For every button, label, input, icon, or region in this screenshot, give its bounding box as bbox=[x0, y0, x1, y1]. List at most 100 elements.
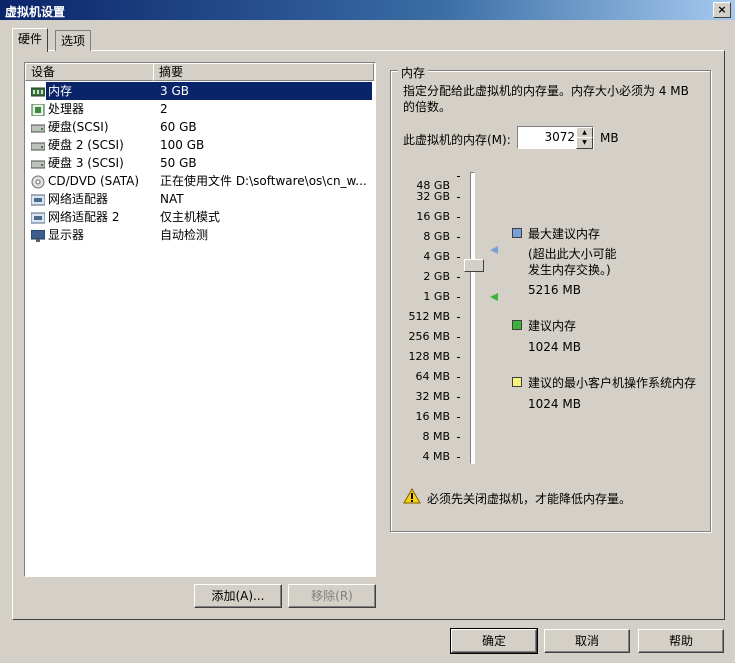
device-row-network[interactable]: 网络适配器 NAT bbox=[28, 190, 372, 208]
warning-text: 必须先关闭虚拟机，才能降低内存量。 bbox=[427, 492, 632, 506]
scale-label: 32 MB bbox=[415, 390, 450, 403]
tick-mark bbox=[457, 277, 460, 278]
disk-icon bbox=[30, 157, 46, 169]
remove-device-button[interactable]: 移除(R) bbox=[288, 584, 376, 608]
guest-min-memory-label: 建议的最小客户机操作系统内存 bbox=[528, 376, 697, 390]
disk-icon bbox=[30, 139, 46, 151]
tick-mark bbox=[457, 197, 460, 198]
max-memory-swatch-icon bbox=[512, 228, 522, 238]
device-row-disk-3[interactable]: 硬盘 3 (SCSI) 50 GB bbox=[28, 154, 372, 172]
recommended-memory-label: 建议内存 bbox=[528, 319, 577, 333]
tab-options[interactable]: 选项 bbox=[55, 30, 92, 51]
tab-hardware[interactable]: 硬件 bbox=[12, 28, 49, 52]
device-name: 硬盘(SCSI) bbox=[48, 120, 109, 134]
device-row-network-2[interactable]: 网络适配器 2 仅主机模式 bbox=[28, 208, 372, 226]
tick-mark bbox=[457, 417, 460, 418]
ok-button[interactable]: 确定 bbox=[450, 628, 538, 654]
device-row-memory[interactable]: 内存 3 GB bbox=[28, 82, 372, 100]
tick-mark bbox=[457, 357, 460, 358]
scale-label: 16 GB bbox=[416, 210, 450, 223]
guest-min-memory-swatch-icon bbox=[512, 377, 522, 387]
memory-field-label: 此虚拟机的内存(M): bbox=[403, 133, 511, 147]
monitor-icon bbox=[30, 229, 46, 242]
device-row-disk-2[interactable]: 硬盘 2 (SCSI) 100 GB bbox=[28, 136, 372, 154]
close-button[interactable]: × bbox=[713, 2, 731, 18]
device-name: 处理器 bbox=[48, 102, 85, 116]
warning-icon bbox=[403, 487, 421, 507]
title-bar bbox=[0, 0, 735, 20]
memory-slider-track[interactable] bbox=[470, 172, 475, 464]
max-memory-label: 最大建议内存 bbox=[528, 227, 601, 241]
network-icon bbox=[30, 211, 46, 224]
device-name: 硬盘 3 (SCSI) bbox=[48, 156, 124, 170]
tick-mark bbox=[457, 217, 460, 218]
device-summary: 自动检测 bbox=[160, 228, 209, 242]
memory-group-title: 内存 bbox=[398, 64, 429, 81]
device-name: 网络适配器 2 bbox=[48, 210, 120, 224]
device-list-header: 设备 摘要 bbox=[25, 63, 374, 81]
device-name: 网络适配器 bbox=[48, 192, 109, 206]
memory-icon bbox=[30, 85, 46, 97]
scale-label: 1 GB bbox=[423, 290, 450, 303]
scale-label: 64 MB bbox=[415, 370, 450, 383]
device-summary: 2 bbox=[160, 102, 168, 116]
max-recommended-marker-icon bbox=[490, 246, 498, 254]
device-summary: 3 GB bbox=[160, 84, 189, 98]
recommended-memory-swatch-icon bbox=[512, 320, 522, 330]
device-summary: 仅主机模式 bbox=[160, 210, 221, 224]
device-row-display[interactable]: 显示器 自动检测 bbox=[28, 226, 372, 244]
cpu-icon bbox=[31, 103, 45, 117]
window-title: 虚拟机设置 bbox=[5, 5, 66, 19]
scale-label: 32 GB bbox=[416, 190, 450, 203]
max-memory-note: (超出此大小可能发生内存交换。) bbox=[528, 247, 617, 277]
device-row-cpu[interactable]: 处理器 2 bbox=[28, 100, 372, 118]
help-button[interactable]: 帮助 bbox=[638, 629, 724, 653]
tick-mark bbox=[457, 337, 460, 338]
memory-slider-thumb[interactable] bbox=[464, 259, 484, 272]
device-name: 硬盘 2 (SCSI) bbox=[48, 138, 124, 152]
recommended-marker-icon bbox=[490, 293, 498, 301]
scale-label: 256 MB bbox=[408, 330, 450, 343]
cd-icon bbox=[31, 175, 45, 189]
device-summary: 60 GB bbox=[160, 120, 197, 134]
memory-unit: MB bbox=[600, 131, 619, 145]
scale-label: 4 GB bbox=[423, 250, 450, 263]
device-row-disk[interactable]: 硬盘(SCSI) 60 GB bbox=[28, 118, 372, 136]
device-row-cd-dvd[interactable]: CD/DVD (SATA) 正在使用文件 D:\software\os\cn_w… bbox=[28, 172, 372, 190]
memory-value[interactable]: 3072 bbox=[544, 130, 575, 144]
spin-down-icon[interactable]: ▼ bbox=[576, 137, 593, 149]
scale-label: 2 GB bbox=[423, 270, 450, 283]
device-summary: 100 GB bbox=[160, 138, 205, 152]
scale-label: 512 MB bbox=[408, 310, 450, 323]
column-device[interactable]: 设备 bbox=[25, 63, 154, 81]
guest-min-memory-value: 1024 MB bbox=[528, 397, 581, 411]
scale-label: 8 GB bbox=[423, 230, 450, 243]
scale-label: 8 MB bbox=[422, 430, 450, 443]
scale-label: 128 MB bbox=[408, 350, 450, 363]
tick-mark bbox=[457, 176, 460, 177]
column-summary[interactable]: 摘要 bbox=[153, 63, 374, 81]
device-name: 内存 bbox=[46, 82, 75, 100]
max-memory-value: 5216 MB bbox=[528, 283, 581, 297]
scale-label: 16 MB bbox=[415, 410, 450, 423]
tick-mark bbox=[457, 317, 460, 318]
memory-spinbox[interactable]: 3072 ▲ ▼ bbox=[517, 126, 594, 149]
device-name: 显示器 bbox=[48, 228, 85, 242]
tick-mark bbox=[457, 457, 460, 458]
cancel-button[interactable]: 取消 bbox=[544, 629, 630, 653]
tick-mark bbox=[457, 237, 460, 238]
tick-mark bbox=[457, 397, 460, 398]
tick-mark bbox=[457, 297, 460, 298]
device-name: CD/DVD (SATA) bbox=[48, 174, 140, 188]
network-icon bbox=[30, 193, 46, 206]
recommended-memory-value: 1024 MB bbox=[528, 340, 581, 354]
add-device-button[interactable]: 添加(A)... bbox=[194, 584, 282, 608]
tick-mark bbox=[457, 257, 460, 258]
scale-label: 4 MB bbox=[422, 450, 450, 463]
disk-icon bbox=[30, 121, 46, 133]
device-summary: 50 GB bbox=[160, 156, 197, 170]
tick-mark bbox=[457, 377, 460, 378]
device-summary: NAT bbox=[160, 192, 184, 206]
memory-description: 指定分配给此虚拟机的内存量。内存大小必须为 4 MB 的倍数。 bbox=[403, 84, 689, 114]
device-summary: 正在使用文件 D:\software\os\cn_w... bbox=[160, 174, 367, 188]
